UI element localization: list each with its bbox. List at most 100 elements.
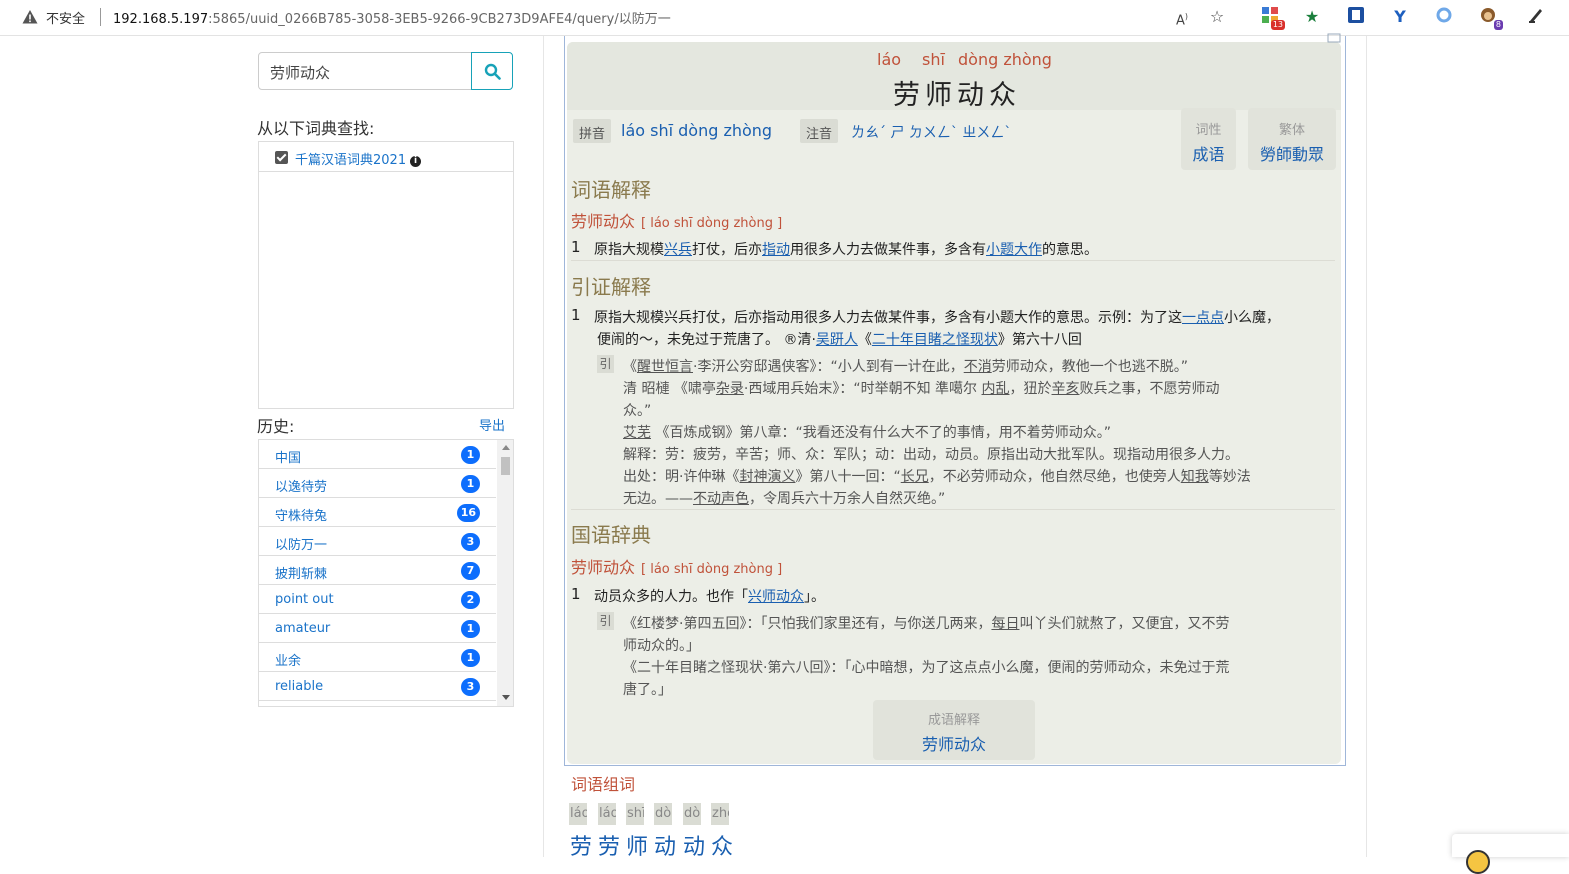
count-badge: 16 xyxy=(456,504,480,522)
history-word: 以防万一 xyxy=(275,538,328,553)
favorite-add-icon[interactable]: ☆ xyxy=(1206,6,1228,28)
divider xyxy=(571,509,1335,510)
star-extension-icon[interactable]: ★ xyxy=(1301,6,1323,28)
zuci-char[interactable]: 众 xyxy=(711,829,733,857)
item-number: 1 xyxy=(571,585,581,603)
list-item[interactable]: 中国 1 xyxy=(259,440,496,469)
info-icon[interactable]: i xyxy=(410,156,422,167)
search-button[interactable] xyxy=(471,52,513,90)
browser-address-bar: 不安全 192.168.5.197:5865/uuid_0266B785-305… xyxy=(0,0,1569,36)
url-path: :5865/uuid_0266B785-3058-3EB5-9266-9CB27… xyxy=(208,12,671,27)
pos-box: 词性 成语 xyxy=(1181,108,1236,170)
link[interactable]: 兴师动众 xyxy=(748,589,804,605)
zuci-title: 词语组词 xyxy=(571,775,636,794)
url-text[interactable]: 192.168.5.197:5865/uuid_0266B785-3058-3E… xyxy=(113,8,671,27)
zuci-char[interactable]: 动 xyxy=(683,829,705,857)
floating-widget[interactable] xyxy=(1452,834,1569,874)
link[interactable]: 指动 xyxy=(762,242,790,258)
zuci-char[interactable]: 动 xyxy=(654,829,676,857)
heading-pinyin: [ láo shī dòng zhòng ] xyxy=(641,562,783,577)
history-label: 历史: xyxy=(257,417,295,436)
dict-item[interactable]: 千篇汉语词典2021 i xyxy=(259,142,513,172)
dict-section-label: 从以下词典查找: xyxy=(257,119,375,138)
definition-text: 原指大规模兴兵打仗，后亦指动用很多人力去做某件事，多含有小题大作的意思。示例：为… xyxy=(594,310,1280,326)
idiom-link[interactable]: 劳师动众 xyxy=(873,731,1035,755)
definition-text: 动员众多的人力。也作「兴师动众」。 xyxy=(594,589,825,605)
scroll-up-icon[interactable] xyxy=(502,445,510,450)
item-number: 1 xyxy=(571,238,581,256)
scrollbar[interactable] xyxy=(497,440,513,706)
divider xyxy=(100,8,101,26)
zhuyin-tag: 注音 xyxy=(800,119,839,143)
monkey-extension-icon[interactable]: 8 xyxy=(1477,6,1503,30)
definition-text: 便闹的～，未免过于荒唐了。 ®清·吴趼人《二十年目睹之怪现状》第六十八回 xyxy=(597,332,1082,348)
pinyin-value: láo shī dòng zhòng xyxy=(621,121,773,140)
citation-text: 艾芜 《百炼成钢》第八章：“我看还没有什么大不了的事情，用不着劳师动众。” xyxy=(623,425,1111,441)
extension-grid-icon[interactable]: 13 xyxy=(1259,6,1285,30)
list-item[interactable]: 以逸待劳 1 xyxy=(259,469,496,498)
zuci-char[interactable]: 劳 xyxy=(570,829,592,857)
list-item[interactable]: 守株待兔 16 xyxy=(259,498,496,527)
list-item[interactable]: point out 2 xyxy=(259,585,496,614)
traditional-value[interactable]: 勞師動眾 xyxy=(1248,141,1336,165)
list-item[interactable]: 以防万一 3 xyxy=(259,527,496,556)
list-item[interactable]: reliable 3 xyxy=(259,672,496,701)
badge-count: 8 xyxy=(1493,20,1503,30)
zuci-pinyin: dòng xyxy=(683,803,701,825)
heading-word: 劳师动众 xyxy=(571,558,636,577)
bookmark-extension-icon[interactable] xyxy=(1345,6,1367,28)
pinyin-syllable: shī xyxy=(922,50,945,69)
heading-pinyin: [ láo shī dòng zhòng ] xyxy=(641,216,783,231)
pinyin-tag: 拼音 xyxy=(573,119,612,143)
pen-tool-icon[interactable] xyxy=(1525,6,1547,28)
scroll-thumb[interactable] xyxy=(501,457,510,475)
citation-tag: 引 xyxy=(597,612,614,630)
column-divider xyxy=(1366,36,1367,857)
sub-heading: 劳师动众 [ láo shī dòng zhòng ] xyxy=(571,554,782,578)
link[interactable]: 兴兵 xyxy=(664,242,692,258)
column-divider xyxy=(543,36,544,857)
list-item[interactable]: 披荆斩棘 7 xyxy=(259,556,496,585)
checkbox[interactable] xyxy=(275,151,288,164)
badge-count: 13 xyxy=(1270,20,1285,30)
export-link[interactable]: 导出 xyxy=(479,415,505,434)
zuci-pinyin: zhòng xyxy=(711,803,729,825)
list-item[interactable]: amateur 1 xyxy=(259,614,496,643)
search-input[interactable]: 劳师动众 xyxy=(258,52,472,90)
dict-name: 千篇汉语词典2021 xyxy=(295,153,407,168)
citation-text: 《二十年目睹之怪现状·第六八回》：「心中暗想，为了这点点小么魔，便闹的劳师动众，… xyxy=(623,660,1230,676)
list-item[interactable]: 业余 1 xyxy=(259,643,496,672)
section-title: 词语解释 xyxy=(571,178,651,202)
avatar[interactable] xyxy=(1466,850,1490,874)
pinyin-syllable: dòng zhòng xyxy=(958,50,1052,69)
zuci-char[interactable]: 劳 xyxy=(598,829,620,857)
link[interactable]: 吴趼人 xyxy=(816,332,858,348)
section-title: 国语辞典 xyxy=(571,523,651,547)
sub-heading: 劳师动众 [ láo shī dòng zhòng ] xyxy=(571,208,782,232)
heading-word: 劳师动众 xyxy=(571,212,636,231)
idiom-label: 成语解释 xyxy=(927,713,980,728)
citation-text: 出处：明·许仲琳《封神演义》第八十一回：“长兄，不必劳师动众，他自然尽绝，也使旁… xyxy=(623,469,1251,485)
pos-label: 词性 xyxy=(1195,123,1222,138)
read-aloud-icon[interactable]: A) xyxy=(1171,6,1193,28)
count-badge: 1 xyxy=(461,446,480,464)
y-extension-icon[interactable]: Y xyxy=(1389,6,1411,28)
history-word: point out xyxy=(275,592,334,607)
dict-list: 千篇汉语词典2021 i xyxy=(258,141,514,409)
link[interactable]: 小题大作 xyxy=(986,242,1042,258)
citation-text: 师动众的。」 xyxy=(623,638,700,654)
history-word: 以逸待劳 xyxy=(275,480,328,495)
history-word: 守株待兔 xyxy=(275,509,328,524)
count-badge: 3 xyxy=(461,678,480,696)
scroll-down-icon[interactable] xyxy=(502,695,510,700)
pos-value[interactable]: 成语 xyxy=(1181,141,1236,165)
zuci-char[interactable]: 师 xyxy=(626,829,648,857)
circle-extension-icon[interactable] xyxy=(1433,6,1455,28)
count-badge: 1 xyxy=(461,475,480,493)
link[interactable]: 一点点 xyxy=(1182,310,1224,326)
insecure-label[interactable]: 不安全 xyxy=(46,8,85,27)
link[interactable]: 二十年目睹之怪现状 xyxy=(872,332,998,348)
count-badge: 3 xyxy=(461,533,480,551)
count-badge: 7 xyxy=(461,562,480,580)
citation-text: 解释：劳：疲劳，辛苦；师、众：军队；动：出动，动员。原指出动大批军队。现指动用很… xyxy=(623,447,1239,463)
